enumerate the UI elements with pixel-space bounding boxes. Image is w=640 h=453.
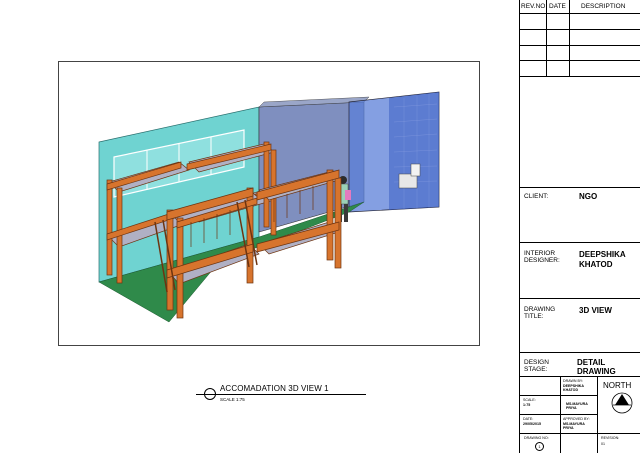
drawn-by-value-2: KHATOD [563,388,579,392]
view-marker-icon [204,388,216,400]
grid-col-divider [597,376,598,453]
drawing-title-label-2: TITLE: [524,313,544,320]
section-divider [519,187,640,188]
rev-no-header: REV.NO [521,3,546,10]
approved-by-value-2: PRIYA [563,426,574,430]
accommodation-3d-render [98,91,440,323]
rev-col-divider [546,0,547,76]
view-title: ACCOMADATION 3D VIEW 1 [220,384,329,393]
north-arrow-icon [611,392,633,414]
rev-col-divider [569,0,570,76]
section-divider [519,352,640,353]
rev-row-divider [519,29,640,30]
section-divider [519,298,640,299]
grid-divider [519,395,597,396]
design-stage-value-1: DETAIL [577,358,606,367]
drawing-no-value: 1 [535,442,544,451]
rev-row-divider [519,60,640,61]
drawn-by-label: DRAWN BY: [563,379,584,383]
date-label: DATE: [523,417,534,421]
approved-by-label: APPROVED BY: [563,417,590,421]
toilet-tank [410,163,421,177]
designer-value-1: DEEPSHIKA [579,250,626,259]
grid-col-divider [560,376,561,433]
grid-divider [519,376,640,377]
design-stage-label-2: STAGE: [524,366,548,373]
grid-col-divider [560,433,561,453]
designer-label-2: DESIGNER: [524,257,560,264]
view-scale: SCALE 1:75 [220,397,245,402]
grid-divider [519,433,640,434]
revision-value: 01 [601,442,605,446]
drawing-no-label: DRAWING NO: [524,436,549,440]
drawing-sheet: ACCOMADATION 3D VIEW 1 SCALE 1:75 REV.NO… [0,0,640,453]
client-label: CLIENT: [524,193,549,200]
description-header: DESCRIPTION [581,3,626,10]
design-stage-value-2: DRAWING [577,367,616,376]
approver-name-2: PRIYA [566,406,577,410]
client-value: NGO [579,192,598,201]
grid-divider [519,414,597,415]
rev-row-divider [519,45,640,46]
date-value: 29/05/2015 [523,422,541,426]
rev-row-divider [519,13,640,14]
drawing-title-value: 3D VIEW [579,306,612,315]
scale-value: 1:75 [523,403,531,407]
drawing-viewport [58,61,480,346]
revision-label: REVISION: [601,436,620,440]
rev-table-bottom [519,76,640,77]
section-divider [519,242,640,243]
designer-value-2: KHATOD [579,260,613,269]
date-header: DATE [549,3,566,10]
scale-label: SCALE: [523,398,536,402]
caption-underline [196,394,366,395]
view-caption: ACCOMADATION 3D VIEW 1 SCALE 1:75 [196,380,416,410]
title-block: REV.NO DATE DESCRIPTION CLIENT: NGO INTE… [519,0,640,453]
north-label: NORTH [603,381,632,390]
